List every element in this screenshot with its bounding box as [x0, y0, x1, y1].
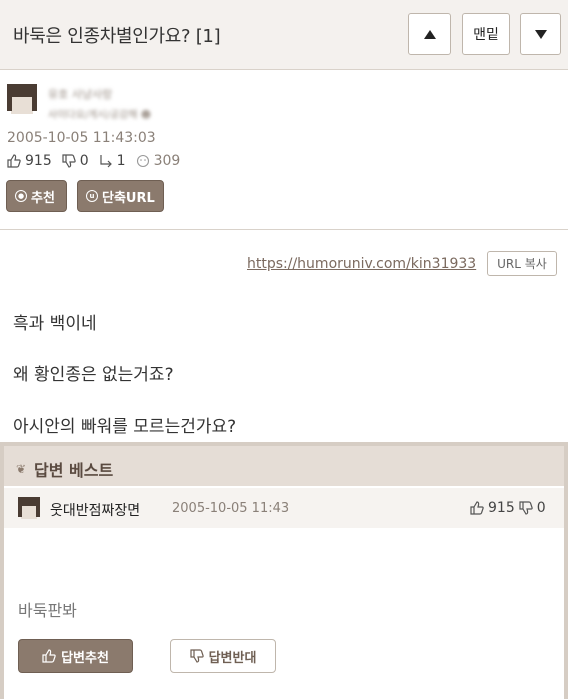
page-title: 바둑은 인종차별인가요? [1]	[13, 26, 221, 47]
reply-arrow-icon	[100, 155, 112, 168]
best-answer-header: ❦ 답변 베스트	[4, 446, 564, 486]
answer-author[interactable]: 웃대반점짜장면	[50, 500, 140, 520]
thumbs-down-icon	[189, 649, 204, 663]
triangle-up-icon	[423, 29, 436, 39]
recommend-circle-icon: ●	[15, 190, 27, 202]
thumbs-down-icon	[62, 154, 76, 168]
thumbs-down-icon	[519, 501, 533, 515]
copy-url-button[interactable]: URL 복사	[487, 251, 557, 276]
view-icon	[136, 154, 149, 168]
badge-icon: ❦	[16, 462, 27, 476]
top-bar: 바둑은 인종차별인가요? [1] 맨밑	[0, 0, 568, 70]
post-body-line: 왜 황인종은 없는거죠?	[13, 365, 174, 385]
best-answer-section: ❦ 답변 베스트 웃대반점짜장면 2005-10-05 11:43 915 0 …	[0, 442, 568, 699]
dislike-count: 0	[79, 153, 89, 169]
answer-meta-row: 웃대반점짜장면 2005-10-05 11:43 915 0	[4, 488, 564, 528]
scroll-up-button[interactable]	[408, 13, 451, 55]
answer-date: 2005-10-05 11:43	[172, 501, 290, 516]
go-bottom-button[interactable]: 맨밑	[462, 13, 510, 55]
post-body-line: 아시안의 빠워를 모르는건가요?	[13, 417, 237, 437]
thumbs-up-icon	[470, 501, 484, 515]
short-url-label: 단축URL	[102, 190, 155, 206]
author-name[interactable]: 유호 사냥사랑	[48, 86, 112, 102]
answer-downvote-button[interactable]: 답변반대	[170, 639, 276, 673]
answer-upvote-button[interactable]: 답변추천	[18, 639, 133, 673]
answer-author-avatar[interactable]	[18, 497, 40, 519]
view-count: 309	[153, 153, 181, 169]
post-body-line: 흑과 백이네	[13, 314, 97, 334]
like-count: 915	[25, 153, 52, 169]
answer-text: 바둑판봐	[18, 601, 77, 620]
thumbs-up-icon	[42, 649, 56, 663]
thumbs-up-icon	[7, 154, 21, 168]
post-stats: 915 0 1 309	[7, 153, 180, 169]
best-answer-title: 답변 베스트	[34, 461, 114, 480]
recommend-label: 추천	[31, 190, 55, 206]
post-url-link[interactable]: https://humoruniv.com/kin31933	[247, 256, 476, 272]
triangle-down-icon	[534, 29, 547, 39]
author-avatar[interactable]	[7, 84, 37, 114]
answer-dislike-count: 0	[536, 500, 546, 516]
author-subtitle: 사이다요/게시/공감해 ☻	[48, 110, 152, 121]
divider	[0, 229, 568, 230]
answer-downvote-label: 답변반대	[208, 650, 257, 666]
short-url-button[interactable]: u 단축URL	[77, 180, 164, 212]
recommend-button[interactable]: ● 추천	[6, 180, 67, 212]
post-date: 2005-10-05 11:43:03	[7, 130, 156, 146]
answer-votes: 915 0	[470, 500, 546, 516]
scroll-down-button[interactable]	[520, 13, 561, 55]
answer-like-count: 915	[488, 500, 515, 516]
share-count: 1	[116, 153, 126, 169]
url-circle-icon: u	[86, 190, 98, 202]
answer-upvote-label: 답변추천	[61, 650, 109, 666]
